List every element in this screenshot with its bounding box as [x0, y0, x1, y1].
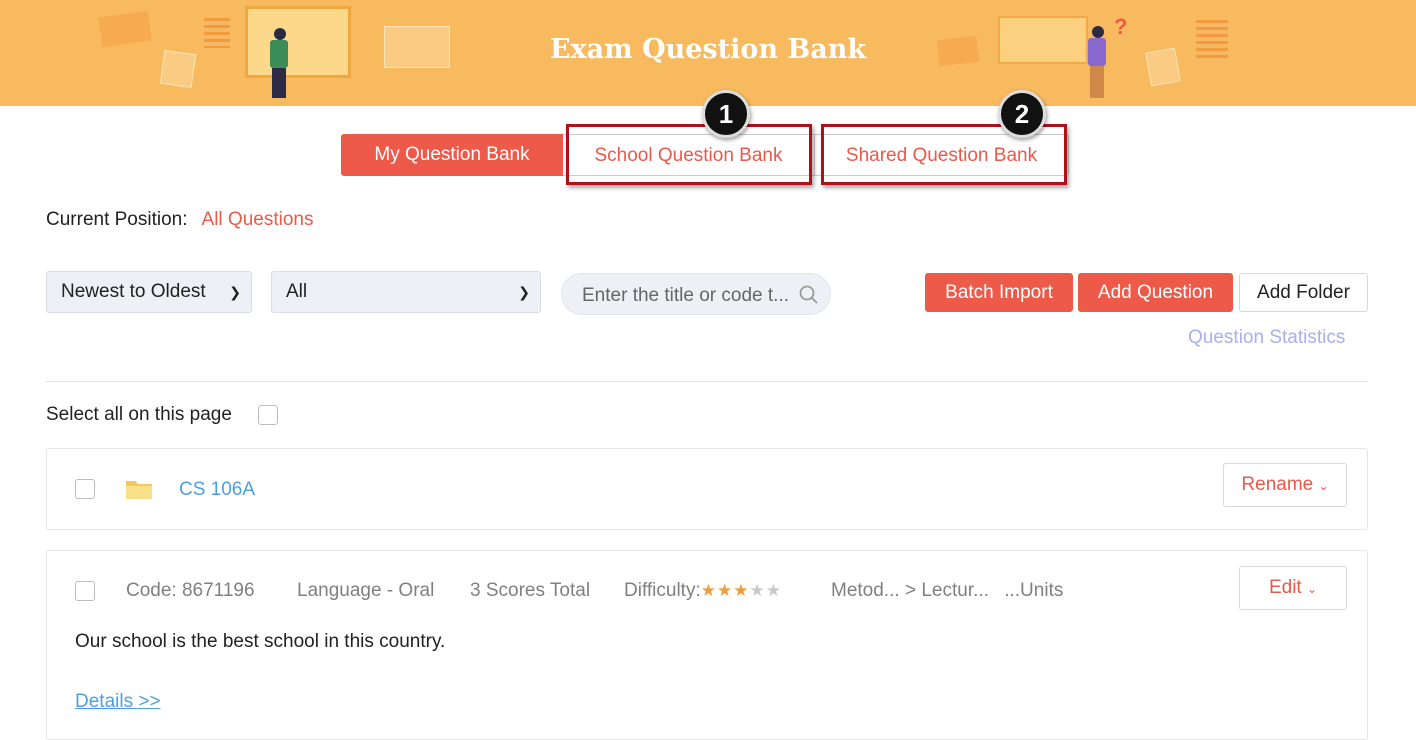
star-icon: ★ — [716, 581, 734, 600]
chevron-down-icon: ⌄ — [1318, 479, 1329, 493]
question-score: 3 Scores Total — [470, 580, 591, 601]
difficulty-stars: ★★★★★ — [701, 580, 782, 601]
question-text: Our school is the best school in this co… — [75, 631, 446, 652]
question-type: Language - Oral — [297, 580, 435, 601]
select-all-label: Select all on this page — [46, 404, 232, 425]
question-row: Code: 8671196 Language - Oral 3 Scores T… — [46, 550, 1368, 740]
divider — [46, 381, 1368, 382]
chevron-down-icon: ⌄ — [1306, 582, 1318, 596]
category-path-a: Metod... — [831, 580, 900, 601]
paper-illustration — [1145, 47, 1181, 87]
question-statistics-link[interactable]: Question Statistics — [1188, 327, 1345, 349]
add-question-button[interactable]: Add Question — [1078, 273, 1233, 312]
chevron-down-icon: ❯ — [229, 284, 241, 300]
person-illustration — [1092, 26, 1104, 38]
edit-button[interactable]: Edit ⌄ — [1239, 566, 1347, 610]
type-select-value: All — [286, 281, 308, 302]
edit-label: Edit — [1268, 577, 1302, 598]
question-code: Code: 8671196 — [126, 580, 255, 601]
callout-badge-2: 2 — [998, 90, 1046, 138]
question-checkbox[interactable] — [75, 581, 95, 601]
person-body-illustration — [1088, 38, 1106, 66]
star-icon: ★ — [700, 581, 717, 600]
header-banner: Exam Question Bank ? — [0, 0, 1416, 106]
folder-icon — [126, 481, 152, 499]
batch-import-button[interactable]: Batch Import — [925, 273, 1073, 312]
breadcrumb: Current Position: All Questions — [46, 209, 313, 231]
person-legs-illustration — [1090, 66, 1104, 98]
star-icon: ★ — [733, 581, 750, 600]
category-path-c: ...Units — [1004, 580, 1064, 601]
sort-select-value: Newest to Oldest — [61, 281, 206, 302]
sort-select[interactable]: Newest to Oldest ❯ — [46, 271, 252, 313]
tab-my-question-bank[interactable]: My Question Bank — [341, 134, 563, 176]
person-legs-illustration — [272, 68, 286, 98]
folder-name[interactable]: CS 106A — [179, 479, 255, 501]
category-separator: > — [904, 580, 917, 601]
rename-label: Rename — [1241, 474, 1314, 495]
notes-illustration — [1196, 20, 1228, 60]
question-mark-icon: ? — [1114, 14, 1128, 39]
search-input[interactable] — [580, 282, 794, 310]
search-icon[interactable] — [798, 284, 820, 306]
star-icon: ★ — [749, 581, 766, 600]
search-box — [561, 273, 831, 315]
highlight-school-tab — [566, 124, 812, 185]
document-illustration — [936, 35, 980, 67]
difficulty-label: Difficulty: — [624, 580, 701, 601]
star-icon: ★ — [765, 581, 782, 600]
category-path-b: Lectur... — [921, 580, 989, 601]
chevron-down-icon: ❯ — [518, 284, 530, 300]
difficulty: Difficulty:★★★★★ — [624, 580, 782, 602]
rename-button[interactable]: Rename ⌄ — [1223, 463, 1347, 507]
select-all-checkbox[interactable] — [258, 405, 278, 425]
category-path: Metod... > Lectur... ...Units — [831, 580, 1063, 602]
breadcrumb-label: Current Position: — [46, 209, 188, 230]
details-link[interactable]: Details >> — [75, 691, 161, 713]
folder-row: CS 106A Rename ⌄ — [46, 448, 1368, 530]
folder-checkbox[interactable] — [75, 479, 95, 499]
callout-badge-1: 1 — [702, 90, 750, 138]
add-folder-button[interactable]: Add Folder — [1239, 273, 1368, 312]
type-select[interactable]: All ❯ — [271, 271, 541, 313]
presentation-board-illustration — [998, 16, 1088, 64]
breadcrumb-all-questions[interactable]: All Questions — [202, 209, 314, 230]
